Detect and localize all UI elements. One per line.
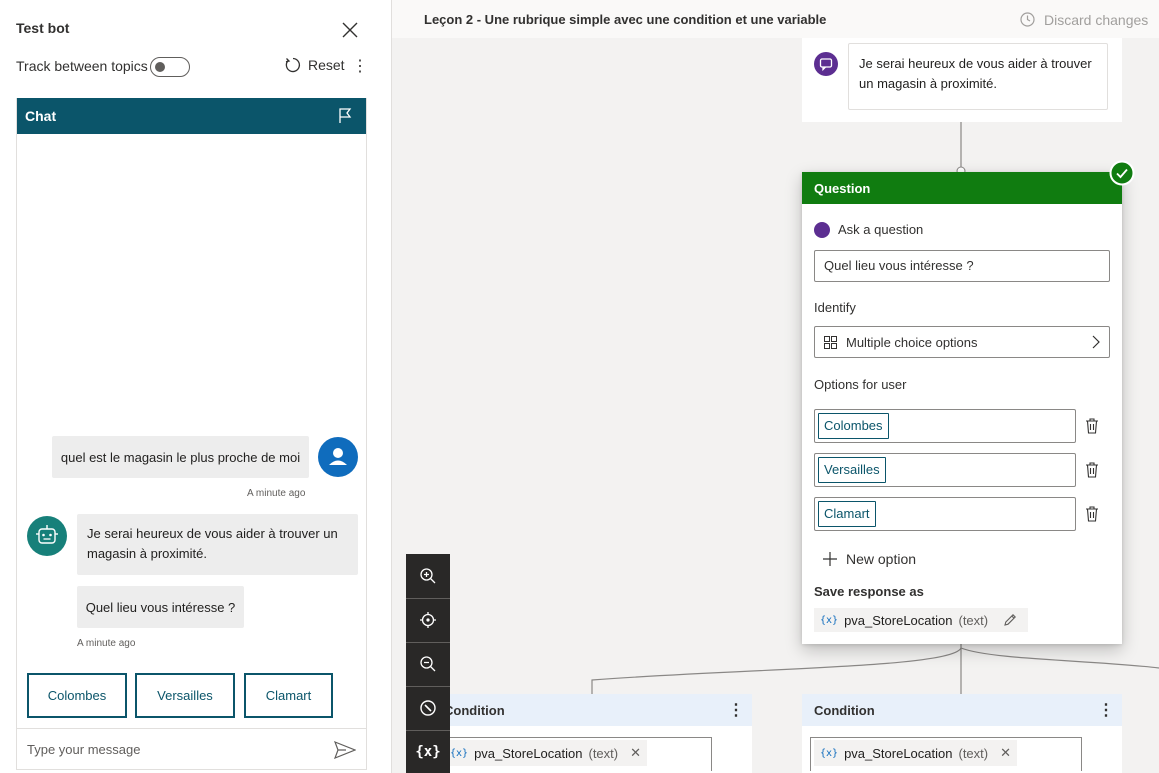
more-options-icon[interactable]: ⋮ (728, 700, 744, 720)
trash-icon[interactable] (1084, 505, 1100, 523)
identify-label: Identify (814, 300, 856, 315)
question-node-header: Question (802, 172, 1122, 204)
suggested-action-clamart[interactable]: Clamart (244, 673, 333, 718)
condition-title: Condition (444, 702, 505, 718)
condition-variable-field[interactable]: {x} pva_StoreLocation (text) ✕ (440, 737, 712, 771)
send-icon[interactable] (334, 740, 356, 759)
track-between-topics-label: Track between topics (16, 58, 148, 74)
authoring-canvas[interactable]: Leçon 2 - Une rubrique simple avec une c… (392, 0, 1159, 773)
person-icon (329, 448, 347, 465)
save-response-variable[interactable]: {x} pva_StoreLocation (text) (814, 608, 1028, 632)
option-chip[interactable]: Versailles (818, 457, 886, 483)
variable-type: (text) (958, 612, 989, 628)
condition-variable-chip[interactable]: {x} pva_StoreLocation (text) ✕ (814, 740, 1018, 766)
option-field[interactable]: Clamart (814, 497, 1076, 531)
remove-icon[interactable]: ✕ (630, 745, 641, 761)
chevron-right-icon (1092, 335, 1100, 349)
save-response-label: Save response as (814, 584, 924, 599)
condition-header: Condition ⋮ (432, 694, 752, 726)
new-option-label: New option (846, 551, 917, 567)
plus-icon (823, 552, 837, 566)
variable-icon: {x} (820, 747, 839, 759)
message-text[interactable]: Je serai heureux de vous aider à trouver… (848, 43, 1108, 110)
more-options-icon[interactable]: ⋮ (352, 56, 368, 76)
chat-header: Chat (17, 98, 366, 134)
canvas-zoom-toolbar: {x} (406, 554, 450, 773)
zoom-out-button[interactable] (406, 642, 450, 686)
more-options-icon[interactable]: ⋮ (1098, 700, 1114, 720)
question-node[interactable]: Question Ask a question Quel lieu vous i… (802, 160, 1135, 644)
check-circle-icon (1109, 160, 1135, 186)
options-grid-icon (824, 335, 837, 349)
new-option-button[interactable]: New option (822, 551, 916, 567)
bot-avatar (27, 516, 67, 556)
close-icon[interactable] (340, 20, 360, 40)
chat-window: Chat quel est le magasin le plus proche … (16, 98, 367, 770)
variable-type: (text) (588, 745, 619, 761)
refresh-icon (285, 57, 301, 73)
message-node[interactable]: Je serai heureux de vous aider à trouver… (802, 38, 1122, 122)
chat-message-input[interactable] (27, 742, 334, 757)
trash-icon[interactable] (1084, 461, 1100, 479)
condition-node[interactable]: Condition ⋮ {x} pva_StoreLocation (text)… (802, 694, 1122, 773)
option-chip[interactable]: Clamart (818, 501, 876, 527)
message-node-icon (814, 52, 838, 76)
identify-value: Multiple choice options (846, 334, 978, 350)
reset-button[interactable]: Reset (284, 56, 345, 74)
option-field[interactable]: Colombes (814, 409, 1076, 443)
option-chip[interactable]: Colombes (818, 413, 889, 439)
test-bot-pane: Test bot Track between topics Reset ⋮ Ch… (0, 0, 392, 773)
user-message: quel est le magasin le plus proche de mo… (52, 436, 309, 478)
option-field[interactable]: Versailles (814, 453, 1076, 487)
question-text-input[interactable]: Quel lieu vous intéresse ? (814, 250, 1110, 282)
bot-icon (36, 525, 58, 544)
variable-name: pva_StoreLocation (844, 745, 953, 761)
recenter-button[interactable] (406, 598, 450, 642)
variable-type: (text) (958, 745, 989, 761)
bot-message: Je serai heureux de vous aider à trouver… (77, 514, 358, 575)
zoom-out-icon (420, 656, 436, 672)
bot-message: Quel lieu vous intéresse ? (77, 586, 244, 628)
ask-question-label: Ask a question (838, 222, 924, 237)
condition-header: Condition ⋮ (802, 694, 1122, 726)
options-for-user-label: Options for user (814, 377, 907, 392)
trash-icon[interactable] (1084, 417, 1100, 435)
variables-button[interactable]: {x} (406, 730, 450, 773)
flag-icon[interactable] (336, 107, 354, 125)
variable-icon: {x} (820, 614, 839, 626)
remove-icon[interactable]: ✕ (1000, 745, 1011, 761)
question-icon (814, 222, 830, 238)
user-message-timestamp: A minute ago (247, 488, 306, 499)
variable-icon: {x} (450, 747, 469, 759)
zoom-in-icon (420, 568, 436, 584)
chat-bubble-icon (819, 58, 833, 72)
variable-name: pva_StoreLocation (844, 612, 953, 628)
test-bot-title: Test bot (16, 20, 70, 36)
chat-input-bar (17, 728, 366, 770)
zoom-in-button[interactable] (406, 554, 450, 598)
track-between-topics-toggle[interactable] (150, 57, 190, 77)
compass-icon (420, 700, 436, 716)
condition-title: Condition (814, 702, 875, 718)
condition-variable-chip[interactable]: {x} pva_StoreLocation (text) ✕ (444, 740, 648, 766)
minimap-button[interactable] (406, 686, 450, 730)
suggested-action-colombes[interactable]: Colombes (27, 673, 127, 718)
condition-variable-field[interactable]: {x} pva_StoreLocation (text) ✕ (810, 737, 1082, 771)
identify-dropdown[interactable]: Multiple choice options (814, 326, 1110, 358)
bot-message-timestamp: A minute ago (77, 638, 136, 649)
condition-node[interactable]: Condition ⋮ {x} pva_StoreLocation (text)… (432, 694, 752, 773)
suggested-action-versailles[interactable]: Versailles (135, 673, 235, 718)
recenter-icon (420, 612, 436, 628)
chat-title: Chat (25, 108, 57, 124)
reset-label: Reset (308, 57, 345, 73)
variable-name: pva_StoreLocation (474, 745, 583, 761)
pencil-icon[interactable] (1002, 612, 1018, 628)
user-avatar (318, 437, 358, 477)
